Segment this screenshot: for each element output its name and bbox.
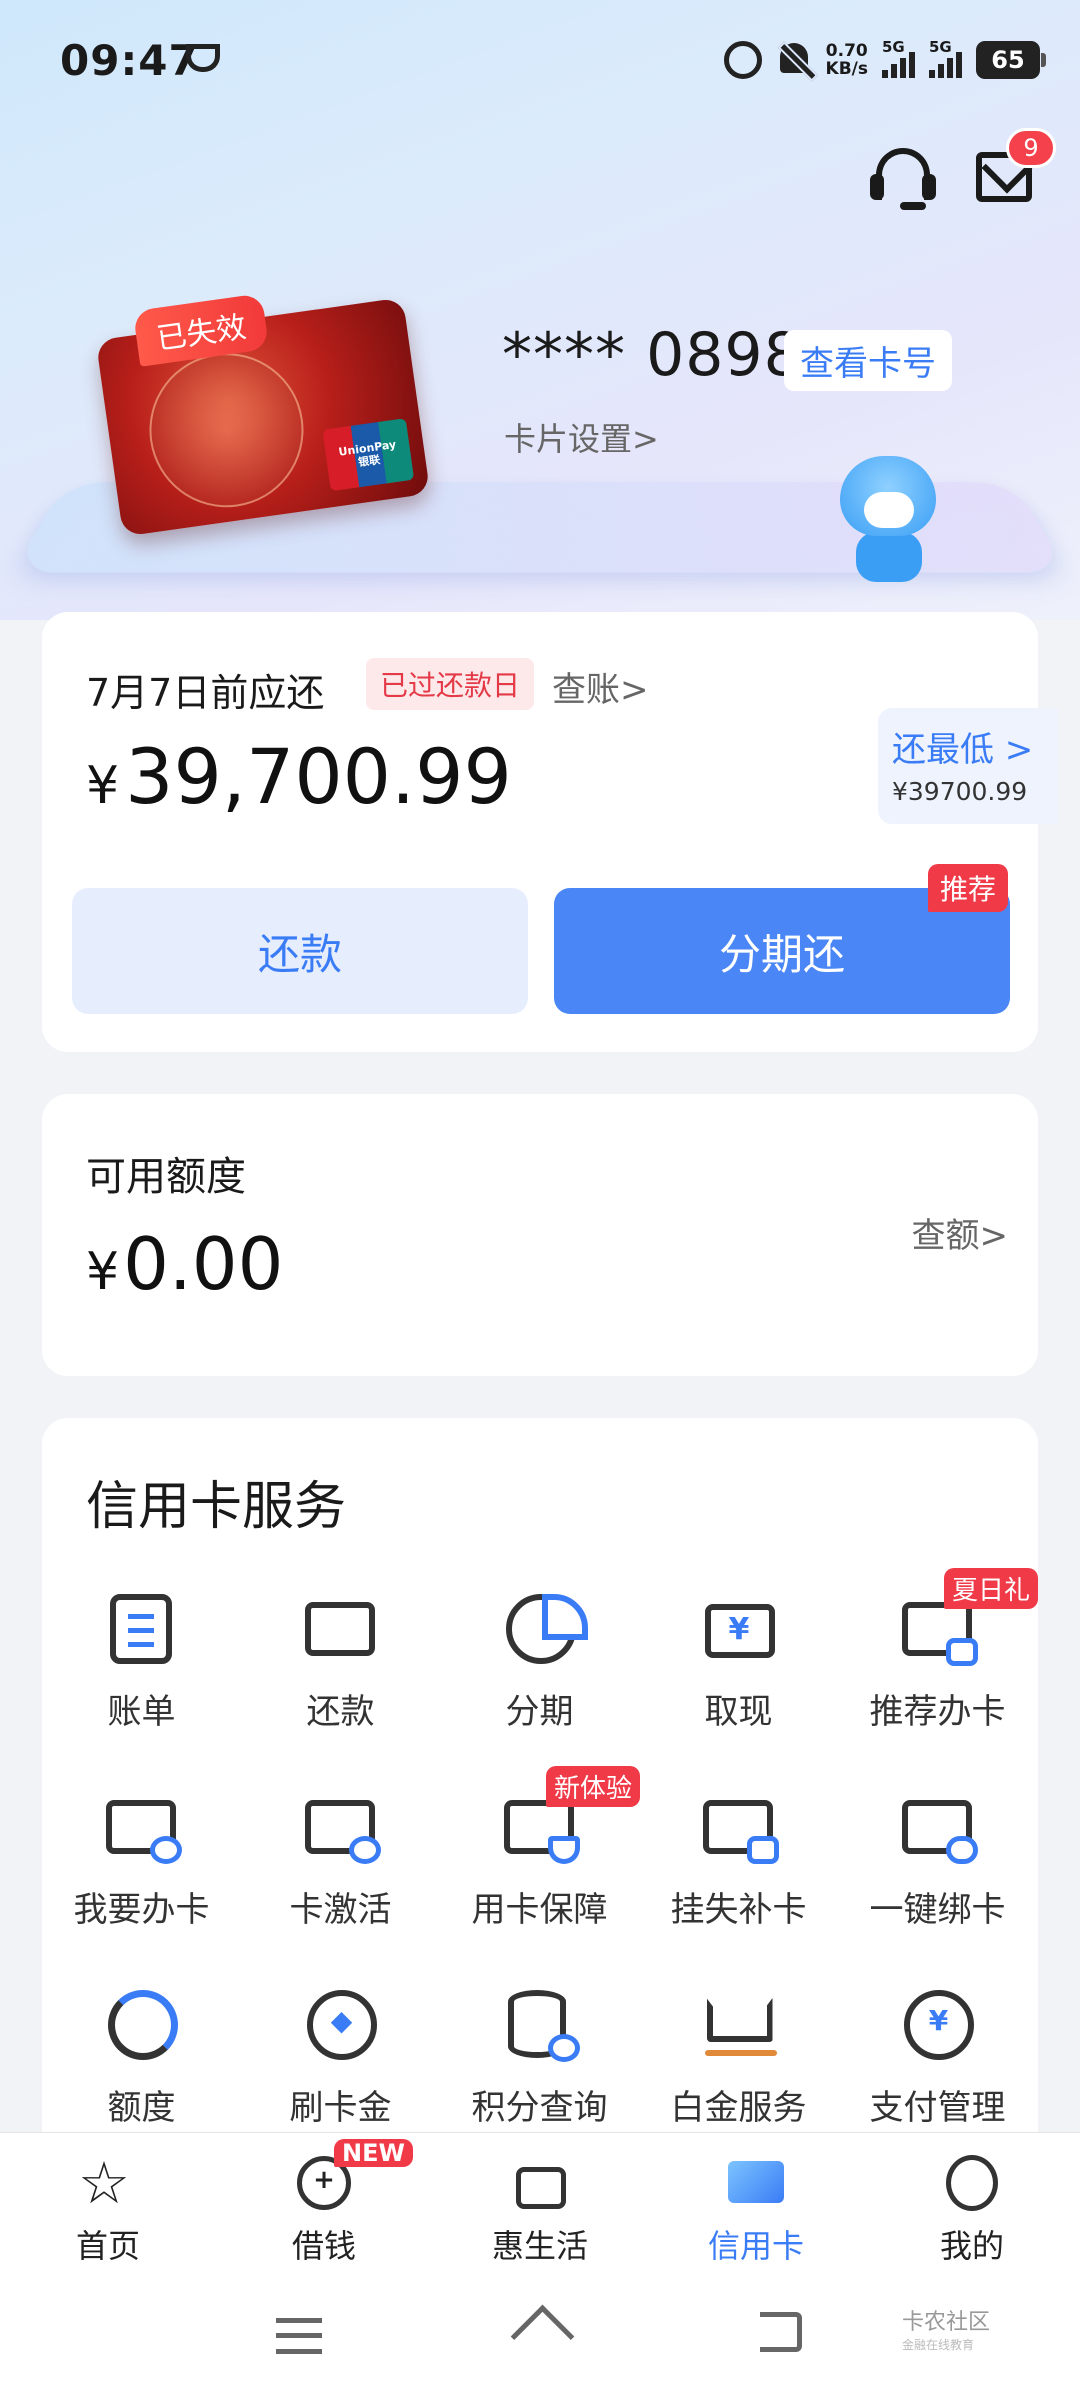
- mascot-image: [836, 456, 940, 582]
- new-experience-badge: 新体验: [546, 1766, 641, 1807]
- card-masked-number: **** 0898: [502, 320, 803, 390]
- nav-borrow[interactable]: + 借钱 NEW: [216, 2133, 432, 2272]
- available-limit-amount: ¥0.00: [86, 1222, 284, 1306]
- due-date-label: 7月7日前应还: [86, 671, 325, 715]
- signal-icon-sim2: 5G: [929, 38, 962, 78]
- services-title: 信用卡服务: [86, 1477, 347, 1537]
- home-icon[interactable]: [512, 2310, 568, 2354]
- overdue-badge: 已过还款日: [366, 658, 535, 710]
- view-card-number-button[interactable]: 查看卡号: [784, 330, 952, 391]
- available-limit-label: 可用额度: [86, 1154, 246, 1200]
- status-time: 09:47: [60, 36, 199, 85]
- card-settings-link[interactable]: 卡片设置>: [504, 414, 659, 460]
- dnd-icon: [186, 44, 220, 72]
- message-badge: 9: [1006, 128, 1056, 168]
- available-limit-card: 可用额度 ¥0.00 查额>: [42, 1094, 1038, 1376]
- recommend-badge: 推荐: [928, 864, 1009, 912]
- services-grid: 账单 还款 分期 取现 推荐办卡 夏日礼 我要办卡 卡激活 用卡: [42, 1568, 1039, 2172]
- installment-pie-icon: [502, 1590, 588, 1666]
- view-bill-link[interactable]: 查账>: [552, 662, 649, 711]
- bottom-navigation: ☆ 首页 + 借钱 NEW 惠生活 信用卡 我的: [0, 2132, 1080, 2272]
- bell-muted-icon: [776, 41, 812, 79]
- customer-service-icon[interactable]: [870, 148, 936, 210]
- bind-card-icon: [900, 1788, 978, 1864]
- service-apply-card[interactable]: 我要办卡: [42, 1776, 241, 1974]
- apply-card-icon: [104, 1788, 182, 1864]
- service-card-protection[interactable]: 用卡保障 新体验: [440, 1766, 641, 1974]
- gift-icon: [510, 2153, 570, 2213]
- cash-withdraw-icon: [701, 1590, 777, 1666]
- min-payment-label: 还最低 >: [892, 730, 1034, 770]
- battery-icon: 65: [976, 41, 1046, 79]
- status-bar: 09:47 0.70 KB/s 5G 5G 65: [0, 0, 1080, 120]
- alarm-icon: [723, 41, 762, 79]
- status-icons: 0.70 KB/s 5G 5G 65: [723, 38, 1046, 82]
- nav-credit-card[interactable]: 信用卡: [648, 2133, 864, 2272]
- watermark: 卡农社区 金融在线教育: [902, 2310, 991, 2353]
- min-payment-amount: ¥39700.99: [892, 777, 1028, 806]
- menu-icon[interactable]: [276, 2318, 322, 2354]
- activate-card-icon: [303, 1788, 381, 1864]
- bill-icon: [104, 1590, 180, 1666]
- service-recommend-card[interactable]: 推荐办卡 夏日礼: [838, 1568, 1039, 1776]
- service-activate-card[interactable]: 卡激活: [241, 1776, 440, 1974]
- points-query-icon: [502, 1986, 580, 2062]
- new-badge: NEW: [334, 2139, 413, 2167]
- swipe-reward-icon: ◆: [303, 1986, 379, 2062]
- service-repay[interactable]: 还款: [241, 1578, 440, 1776]
- back-icon[interactable]: [760, 2312, 802, 2352]
- payment-manage-icon: ¥: [900, 1986, 976, 2062]
- check-limit-link[interactable]: 查额>: [912, 1208, 1009, 1257]
- repayment-card: 7月7日前应还 已过还款日 查账> ¥39,700.99 还最低 > ¥3970…: [42, 612, 1058, 1052]
- system-navigation-bar: 卡农社区 金融在线教育: [0, 2272, 1080, 2400]
- unionpay-logo: UnionPay 银联: [322, 418, 415, 492]
- nav-home[interactable]: ☆ 首页: [0, 2133, 216, 2272]
- summer-gift-badge: 夏日礼: [944, 1568, 1039, 1609]
- due-amount: ¥39,700.99: [86, 732, 512, 821]
- signal-icon-sim1: 5G: [882, 38, 915, 78]
- network-speed: 0.70 KB/s: [825, 41, 868, 79]
- service-installment[interactable]: 分期: [440, 1578, 639, 1776]
- nav-profile[interactable]: 我的: [864, 2133, 1080, 2272]
- nav-life[interactable]: 惠生活: [432, 2133, 648, 2272]
- platinum-crown-icon: [701, 1986, 777, 2062]
- repay-button[interactable]: 还款: [72, 888, 528, 1014]
- star-icon: ☆: [78, 2149, 130, 2217]
- credit-card-icon: [726, 2153, 786, 2213]
- service-bill[interactable]: 账单: [42, 1578, 241, 1776]
- report-loss-icon: [701, 1788, 779, 1864]
- service-bind-card[interactable]: 一键绑卡: [838, 1776, 1037, 1974]
- limit-ring-icon: [104, 1986, 180, 2062]
- service-cash-withdraw[interactable]: 取现: [639, 1578, 838, 1776]
- min-payment-button[interactable]: 还最低 > ¥39700.99: [878, 708, 1058, 824]
- card-services-panel: 信用卡服务 账单 还款 分期 取现 推荐办卡 夏日礼 我要办卡 卡: [42, 1418, 1039, 2138]
- profile-icon: [942, 2153, 1002, 2213]
- repay-icon: [303, 1590, 379, 1666]
- service-report-loss[interactable]: 挂失补卡: [639, 1776, 838, 1974]
